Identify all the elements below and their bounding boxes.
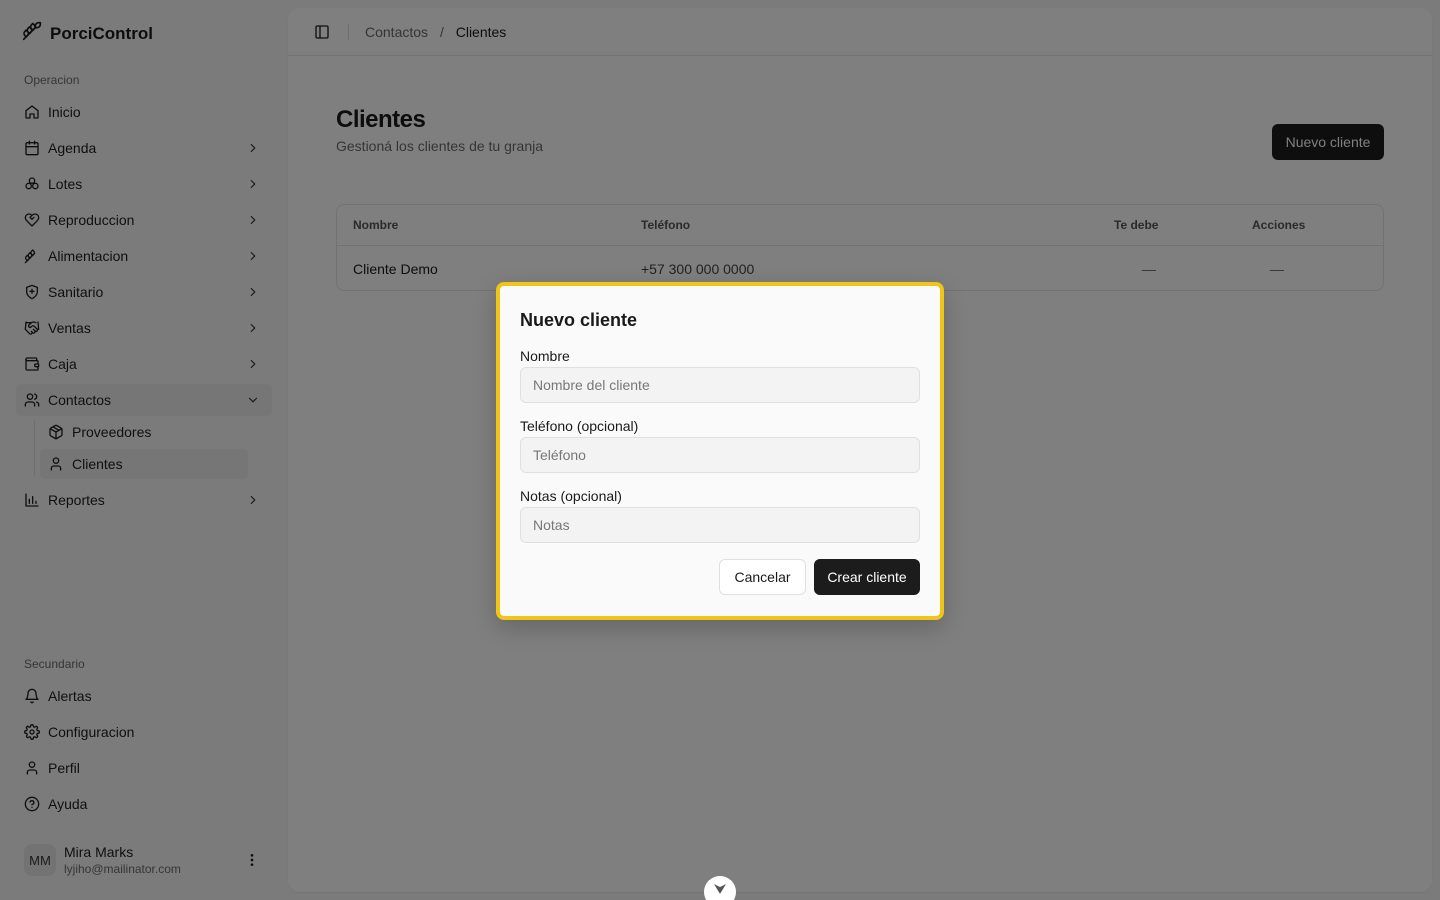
- telefono-input[interactable]: [520, 437, 920, 473]
- notas-label: Notas (opcional): [520, 488, 622, 504]
- dialog-title: Nuevo cliente: [520, 310, 638, 330]
- notas-input[interactable]: [520, 507, 920, 543]
- nombre-input[interactable]: [520, 367, 920, 403]
- new-client-dialog: Nuevo cliente Nombre Teléfono (opcional)…: [496, 282, 944, 620]
- telefono-label: Teléfono (opcional): [520, 418, 639, 434]
- scroll-down-button[interactable]: [704, 876, 736, 900]
- create-client-button[interactable]: Crear cliente: [814, 559, 920, 595]
- cancel-button[interactable]: Cancelar: [719, 559, 806, 595]
- nombre-label: Nombre: [520, 348, 570, 364]
- chevron-down-icon: [714, 884, 726, 894]
